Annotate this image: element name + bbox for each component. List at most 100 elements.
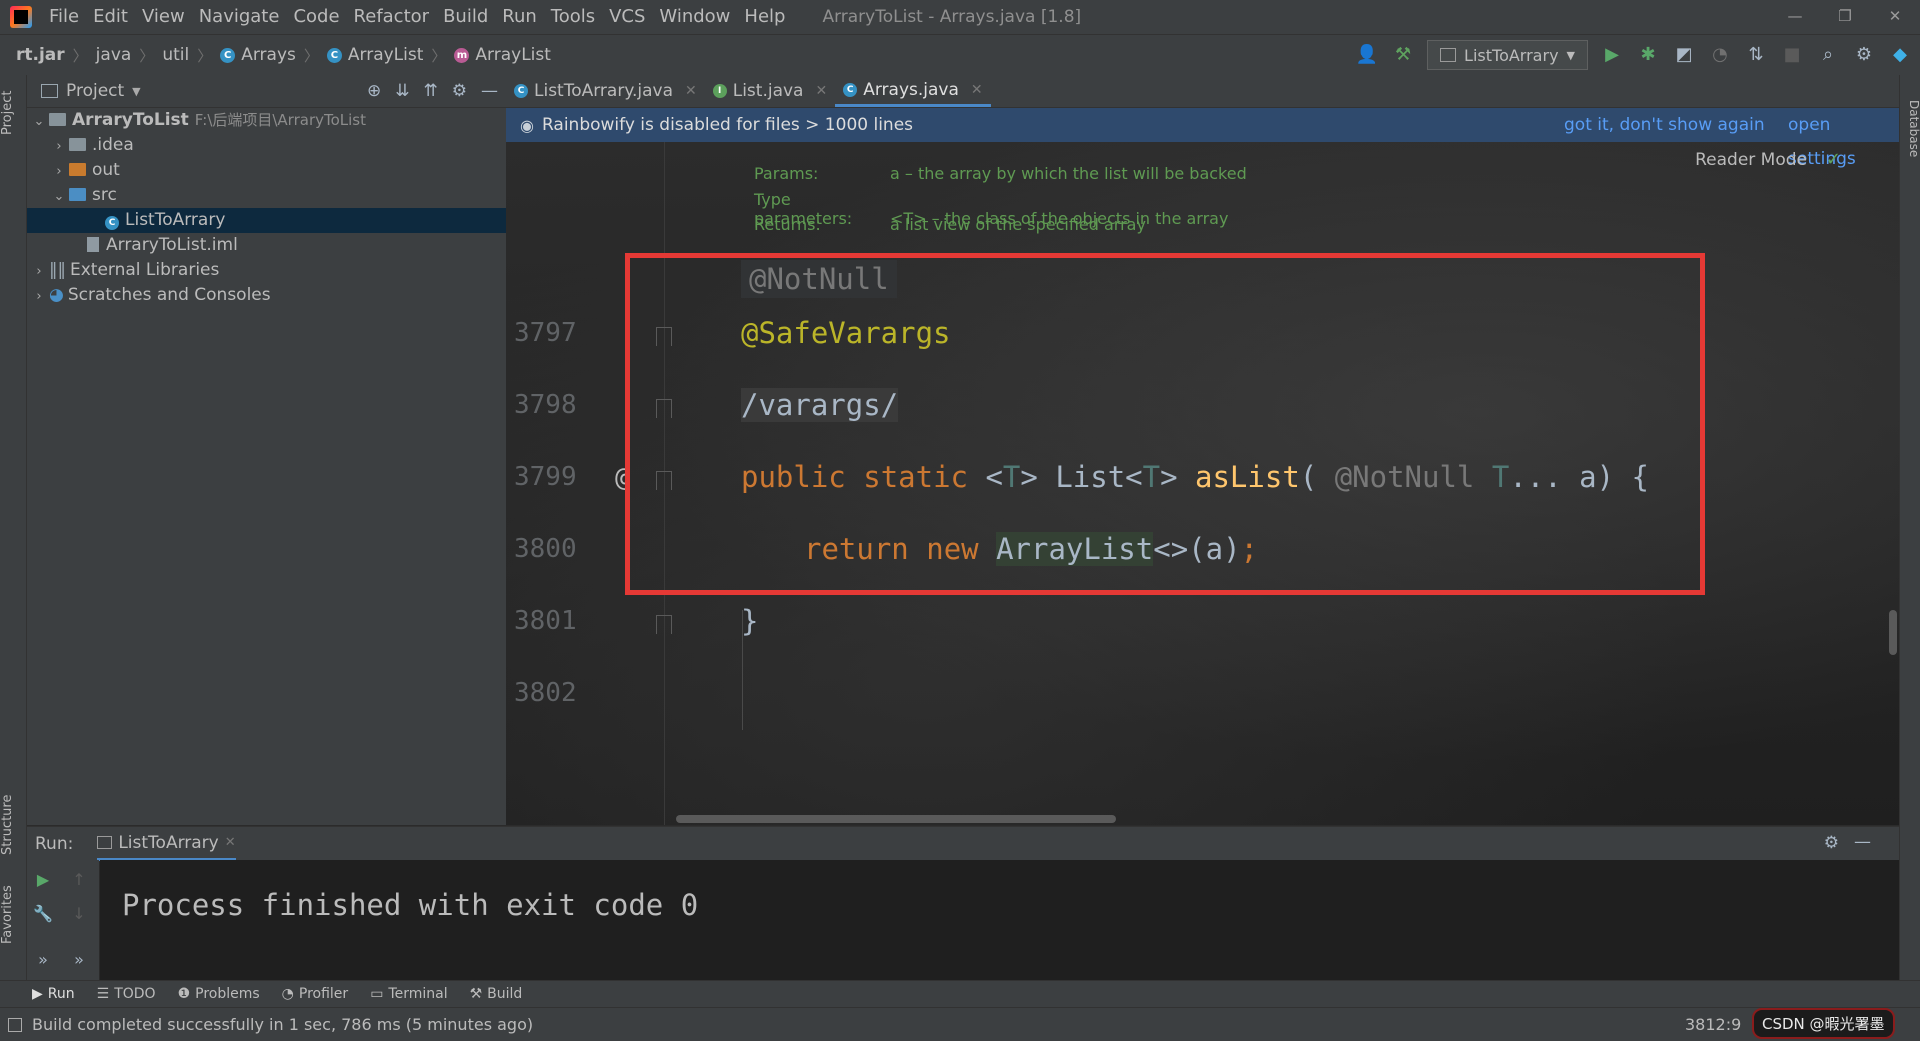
close-icon[interactable]: ✕ bbox=[815, 83, 827, 99]
rerun-icon[interactable]: ▶ bbox=[31, 870, 55, 889]
menu-run[interactable]: Run bbox=[495, 0, 544, 34]
menu-help[interactable]: Help bbox=[737, 0, 792, 34]
profile-icon[interactable]: ◔ bbox=[1708, 43, 1732, 67]
method-icon: m bbox=[454, 47, 470, 63]
breadcrumb-arraylist-class[interactable]: C ArrayList bbox=[326, 45, 423, 65]
build-hammer-icon[interactable]: ⚒ bbox=[1391, 43, 1415, 67]
expand-all-icon[interactable]: ⇊ bbox=[395, 81, 409, 101]
tree-item-listtoarrary[interactable]: C ListToArrary bbox=[27, 208, 584, 233]
tab-list-java[interactable]: I List.java ✕ bbox=[705, 75, 835, 107]
tree-item-scratches[interactable]: › ◕ Scratches and Consoles bbox=[27, 283, 508, 308]
vertical-scrollbar[interactable] bbox=[1889, 610, 1897, 655]
chevron-down-icon[interactable]: ⌄ bbox=[49, 184, 69, 209]
bottom-tab-build[interactable]: ⚒ Build bbox=[470, 986, 523, 1002]
breadcrumb-arraylist-method[interactable]: m ArrayList bbox=[454, 45, 551, 65]
list-icon: ☰ bbox=[96, 986, 110, 1002]
dismiss-banner-link[interactable]: got it, don't show again bbox=[1564, 108, 1765, 142]
plugin-logo-icon[interactable]: ◆ bbox=[1888, 43, 1912, 67]
tree-item-external-libraries[interactable]: › ‖‖ External Libraries bbox=[27, 258, 508, 283]
breadcrumb-arrays[interactable]: C Arrays bbox=[220, 45, 296, 65]
menu-vcs[interactable]: VCS bbox=[602, 0, 652, 34]
wrench-icon[interactable]: 🔧 bbox=[31, 904, 55, 923]
user-icon[interactable]: 👤 bbox=[1355, 43, 1379, 67]
minimize-button[interactable]: — bbox=[1770, 0, 1820, 34]
bottom-tab-run[interactable]: ▶ Run bbox=[32, 986, 75, 1002]
tree-item-label: Scratches and Consoles bbox=[67, 285, 271, 305]
tree-item-src[interactable]: ⌄ src bbox=[27, 183, 528, 208]
status-message[interactable]: Build completed successfully in 1 sec, 7… bbox=[32, 1015, 533, 1034]
menu-refactor[interactable]: Refactor bbox=[347, 0, 437, 34]
gear-icon[interactable]: ⚙ bbox=[452, 81, 467, 101]
run-tab-listtoarrary[interactable]: ListToArrary ✕ bbox=[97, 827, 236, 861]
tab-listtoarrary-java[interactable]: C ListToArrary.java ✕ bbox=[506, 75, 705, 107]
menu-code[interactable]: Code bbox=[286, 0, 346, 34]
gear-icon[interactable]: ⚙ bbox=[1824, 833, 1839, 853]
run-console-output: Process finished with exit code 0 bbox=[100, 860, 1899, 980]
chevron-right-icon[interactable]: › bbox=[49, 159, 69, 184]
hide-icon[interactable]: — bbox=[1854, 832, 1871, 852]
more-chevron-icon[interactable]: » bbox=[67, 950, 91, 969]
settings-gear-icon[interactable]: ⚙ bbox=[1852, 43, 1876, 67]
tab-arrays-java[interactable]: C Arrays.java ✕ bbox=[835, 75, 991, 107]
database-tool-tab[interactable]: Database bbox=[1900, 89, 1920, 169]
chevron-down-icon[interactable]: ▼ bbox=[132, 85, 140, 98]
menu-view[interactable]: View bbox=[135, 0, 192, 34]
chevron-right-icon[interactable]: › bbox=[29, 284, 49, 309]
locate-crosshair-icon[interactable]: ⊕ bbox=[367, 81, 381, 101]
cursor-position[interactable]: 3812:9 bbox=[1685, 1015, 1741, 1034]
attach-icon[interactable]: ⇅ bbox=[1744, 43, 1768, 67]
project-tool-tab[interactable]: Project bbox=[0, 83, 26, 143]
reader-mode-toggle[interactable]: Reader Mode bbox=[1695, 150, 1807, 170]
search-icon[interactable]: ⌕ bbox=[1816, 43, 1840, 67]
menu-navigate[interactable]: Navigate bbox=[192, 0, 287, 34]
chevron-down-icon[interactable]: ⌄ bbox=[29, 109, 49, 134]
breadcrumb-label: rt.jar bbox=[16, 45, 65, 65]
debug-icon[interactable]: ✱ bbox=[1636, 43, 1660, 67]
breadcrumb-rt-jar[interactable]: rt.jar bbox=[16, 45, 65, 65]
horizontal-scrollbar[interactable] bbox=[676, 815, 1116, 823]
menu-build[interactable]: Build bbox=[436, 0, 495, 34]
more-chevron-icon[interactable]: » bbox=[31, 950, 55, 969]
fold-marker-icon[interactable] bbox=[656, 615, 672, 634]
run-icon[interactable]: ▶ bbox=[1600, 43, 1624, 67]
bottom-tab-terminal[interactable]: ▭ Terminal bbox=[370, 986, 447, 1002]
restore-button[interactable]: ❐ bbox=[1820, 0, 1870, 34]
breadcrumb-separator: 〉 bbox=[72, 46, 88, 65]
tree-item-iml[interactable]: ArraryToList.iml bbox=[27, 233, 566, 258]
breadcrumb-util[interactable]: util bbox=[162, 45, 189, 65]
close-icon[interactable]: ✕ bbox=[225, 835, 236, 850]
console-output-text: Process finished with exit code 0 bbox=[122, 888, 699, 922]
coverage-icon[interactable]: ◩ bbox=[1672, 43, 1696, 67]
close-window-button[interactable]: ✕ bbox=[1870, 0, 1920, 34]
run-configuration-select[interactable]: ListToArrary ▼ bbox=[1427, 40, 1588, 70]
collapse-all-icon[interactable]: ⇈ bbox=[424, 81, 438, 101]
status-square-icon[interactable] bbox=[8, 1018, 22, 1032]
tree-item-project-root[interactable]: ⌄ ArraryToList F:\后端项目\ArraryToList bbox=[27, 108, 508, 133]
menu-tools[interactable]: Tools bbox=[544, 0, 602, 34]
chevron-right-icon[interactable]: › bbox=[29, 259, 49, 284]
chevron-right-icon[interactable]: › bbox=[49, 134, 69, 159]
line-number: 3801 bbox=[514, 606, 577, 636]
breadcrumb-separator: 〉 bbox=[431, 46, 447, 65]
scroll-up-icon[interactable]: ↑ bbox=[67, 870, 91, 889]
breadcrumb-java[interactable]: java bbox=[96, 45, 132, 65]
close-icon[interactable]: ✕ bbox=[685, 83, 697, 99]
scroll-down-icon[interactable]: ↓ bbox=[67, 904, 91, 923]
structure-tool-tab[interactable]: Structure bbox=[0, 785, 26, 865]
menu-window[interactable]: Window bbox=[652, 0, 737, 34]
stop-icon[interactable]: ■ bbox=[1780, 43, 1804, 67]
menu-edit[interactable]: Edit bbox=[86, 0, 135, 34]
menu-file[interactable]: File bbox=[42, 0, 86, 34]
run-panel-toolbar: ▶ ↑ 🔧 ↓ » » bbox=[27, 860, 99, 980]
config-icon bbox=[97, 836, 113, 849]
bottom-tab-todo[interactable]: ☰ TODO bbox=[97, 986, 156, 1002]
close-icon[interactable]: ✕ bbox=[971, 82, 983, 98]
project-panel-title[interactable]: Project bbox=[66, 81, 124, 101]
favorites-tool-tab[interactable]: Favorites bbox=[0, 875, 26, 955]
tree-item-out[interactable]: › out bbox=[27, 158, 528, 183]
window-title: ArraryToList - Arrays.java [1.8] bbox=[822, 7, 1082, 27]
tree-item-idea[interactable]: › .idea bbox=[27, 133, 528, 158]
bottom-tab-problems[interactable]: ❶ Problems bbox=[178, 986, 260, 1002]
hide-icon[interactable]: — bbox=[481, 81, 498, 101]
bottom-tab-profiler[interactable]: ◔ Profiler bbox=[282, 986, 349, 1002]
